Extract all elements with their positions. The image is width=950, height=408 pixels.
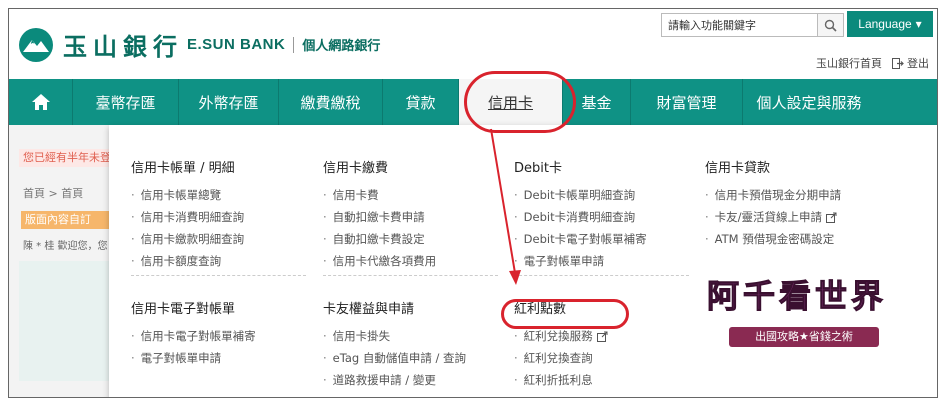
browser-frame: 玉山銀行 E.SUN BANK 個人網路銀行 Language ▾ 玉山銀行首頁 — [8, 8, 938, 398]
annotation-arrow — [490, 128, 521, 285]
